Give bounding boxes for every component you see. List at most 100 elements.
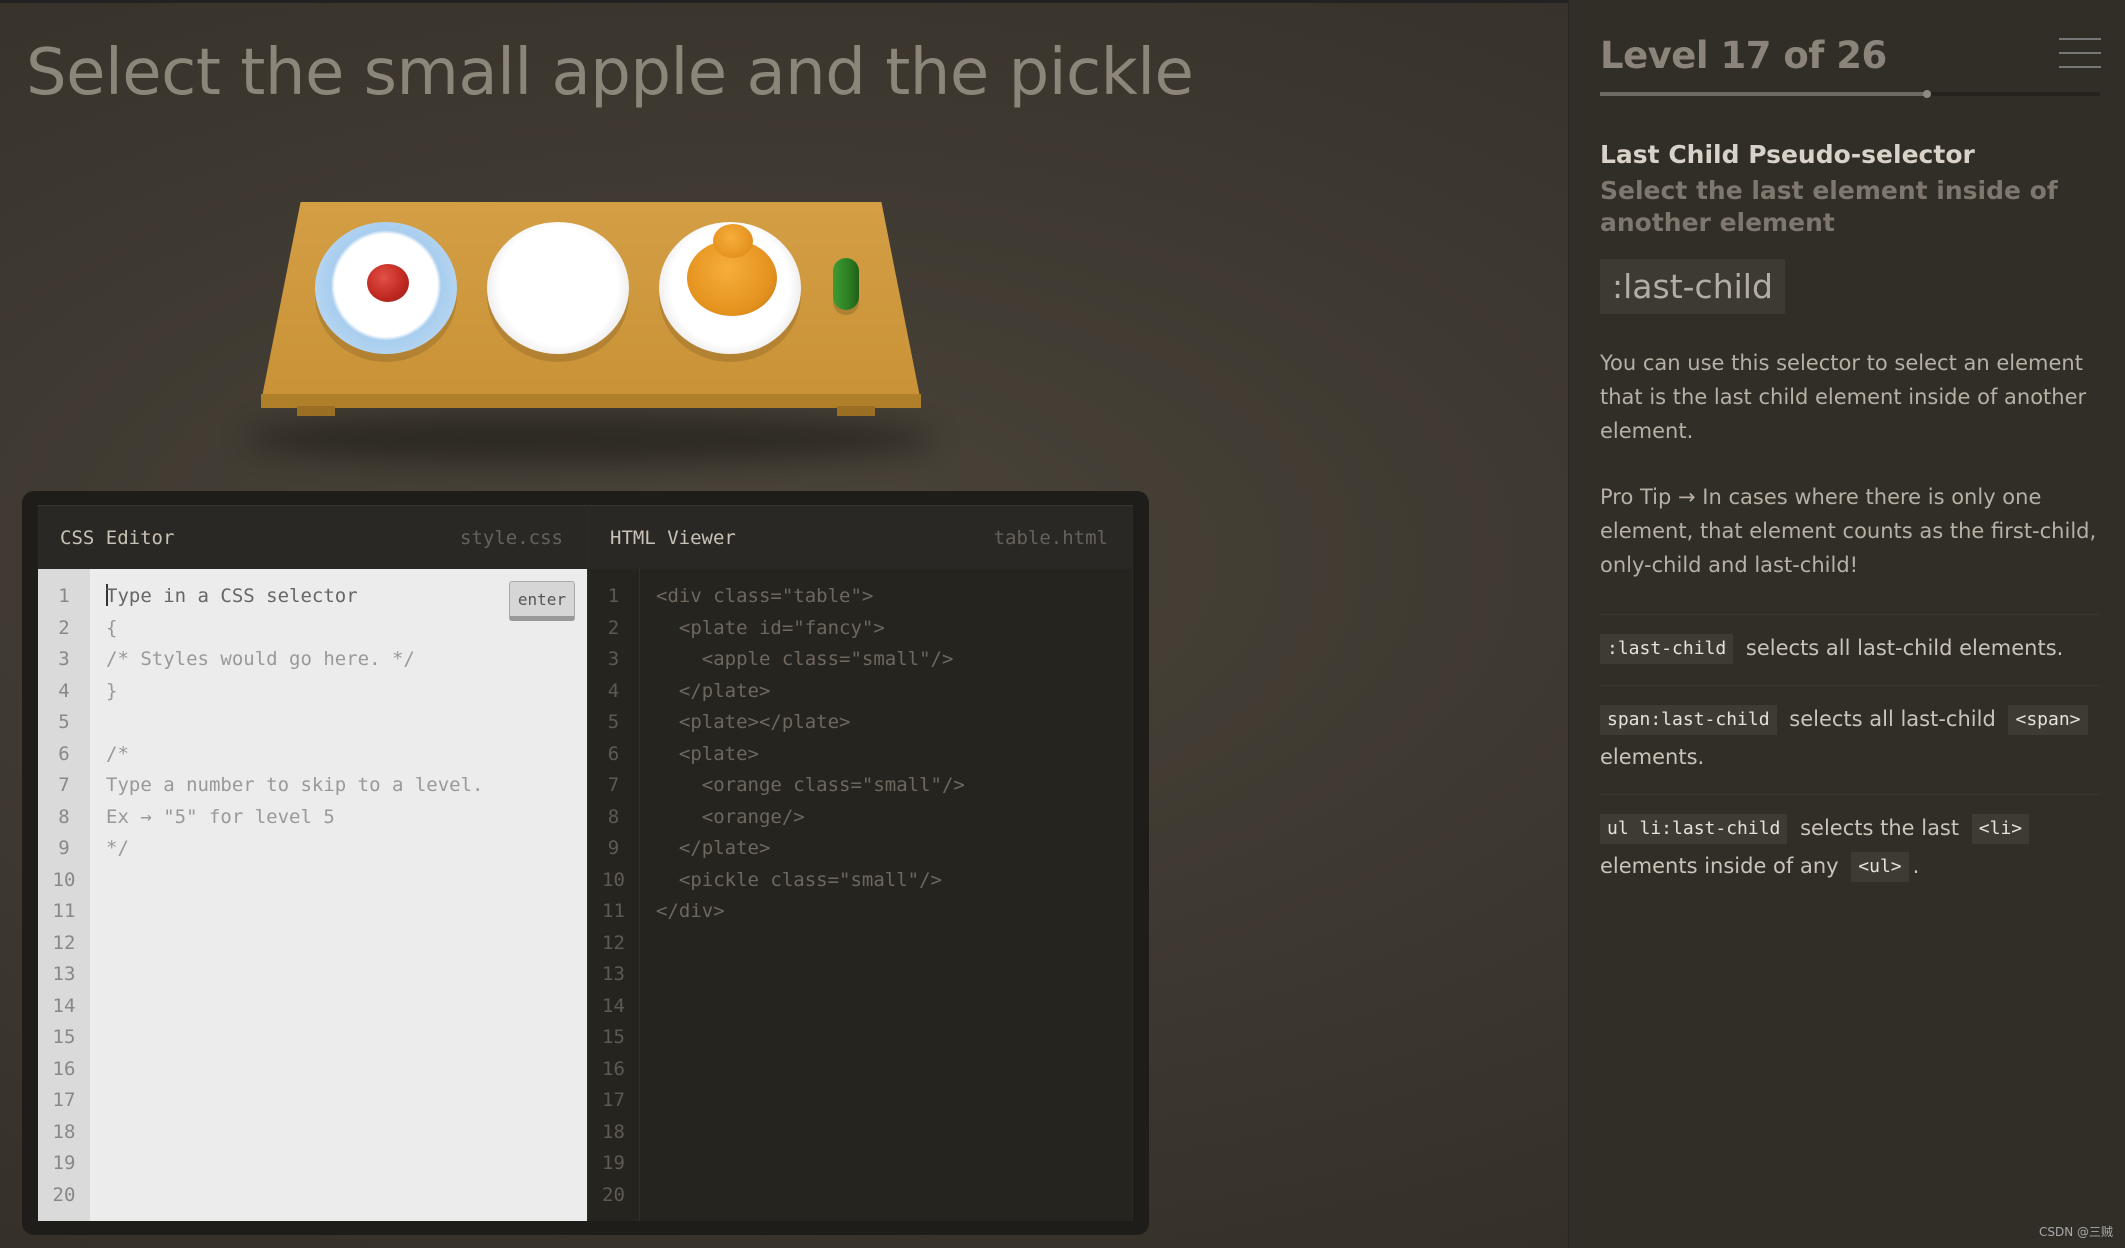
code-line: */	[106, 837, 129, 859]
html-viewer-pane: HTML Viewer table.html 1 2 3 4 5 6 7 8 9 10 11 12 13…	[587, 505, 1133, 1221]
empty-plate[interactable]	[487, 222, 629, 354]
selector-description: You can use this selector to select an e…	[1600, 351, 2087, 443]
line-number: 11	[52, 900, 76, 922]
code-line: <orange class="small"/>	[656, 774, 965, 796]
css-editor-body[interactable]: 1 2 3 4 5 6 7 8 9 10 11 12 13 14 15 16 17 18 19 20 Type in …	[38, 569, 587, 1221]
level-sidebar: Level 17 of 26 Last Child Pseudo-selecto…	[1568, 0, 2125, 1248]
code-line: Type a number to skip to a level.	[106, 774, 484, 796]
code-line: <plate></plate>	[656, 711, 851, 733]
example-2: span:last-child selects all last-child <…	[1600, 685, 2100, 794]
css-input[interactable]: Type in a CSS selector	[106, 581, 577, 613]
line-number: 5	[607, 711, 620, 733]
example-text-after-2: .	[1912, 854, 1920, 878]
small-orange[interactable]	[713, 224, 753, 258]
example-tag-2: <ul>	[1851, 852, 1909, 882]
enter-button[interactable]: enter	[509, 581, 575, 621]
example-code: :last-child	[1600, 634, 1734, 664]
line-number: 12	[602, 931, 625, 954]
line-number: 17	[52, 1089, 76, 1111]
code-line: </div>	[656, 900, 725, 922]
small-apple[interactable]	[367, 264, 409, 302]
level-progress-marker	[1922, 90, 1931, 98]
line-number: 2	[58, 616, 70, 639]
line-number: 8	[607, 805, 620, 828]
code-line: /*	[106, 742, 129, 765]
line-number: 3	[607, 648, 620, 670]
code-line: <pickle class="small"/>	[656, 868, 942, 891]
code-line: {	[106, 616, 118, 639]
line-number: 20	[602, 1183, 625, 1206]
example-text: selects the last	[1800, 816, 1960, 840]
line-number: 14	[602, 994, 625, 1017]
css-input-placeholder: Type in a CSS selector	[106, 585, 358, 607]
line-number: 3	[58, 648, 70, 670]
example-code: span:last-child	[1600, 705, 1777, 735]
pro-tip: Pro Tip → In cases where there is only o…	[1600, 485, 2097, 577]
code-line: </plate>	[656, 837, 771, 859]
table-scene	[245, 196, 935, 466]
html-viewer-title: HTML Viewer	[610, 526, 736, 549]
level-progress-fill	[1600, 92, 1927, 96]
css-editor-filename: style.css	[460, 526, 563, 549]
code-line: <apple class="small"/>	[656, 648, 954, 670]
code-line: /* Styles would go here. */	[106, 648, 415, 670]
line-number: 4	[58, 679, 70, 702]
example-text-after: elements.	[1600, 745, 1705, 769]
level-instruction: Select the small apple and the pickle	[26, 36, 1194, 110]
html-viewer-header: HTML Viewer table.html	[588, 505, 1132, 569]
level-title: Level 17 of 26	[1600, 34, 1887, 77]
css-editor-title: CSS Editor	[60, 526, 175, 549]
editor-panel: CSS Editor style.css 1 2 3 4 5 6 7 8 9 10 11 12 13 14…	[22, 491, 1149, 1235]
line-number: 7	[607, 774, 620, 796]
html-viewer-filename: table.html	[993, 526, 1108, 549]
table-leg-left	[297, 406, 335, 416]
line-number: 8	[58, 805, 70, 828]
example-1: :last-child selects all last-child eleme…	[1600, 614, 2100, 685]
line-number: 2	[607, 616, 620, 639]
line-number: 1	[58, 585, 70, 607]
example-3: ul li:last-child selects the last <li> e…	[1600, 794, 2100, 903]
level-progress-bar	[1600, 90, 2100, 98]
code-line: <div class="table">	[656, 585, 874, 607]
line-number: 5	[58, 711, 70, 733]
css-editor-header: CSS Editor style.css	[38, 505, 587, 569]
hamburger-menu-icon[interactable]	[2059, 38, 2101, 70]
code-line: </plate>	[656, 679, 771, 702]
line-number: 15	[602, 1026, 625, 1048]
line-number: 20	[52, 1183, 76, 1206]
line-number: 12	[52, 931, 76, 954]
line-number: 18	[602, 1120, 625, 1143]
watermark: CSDN @三贼	[2038, 1225, 2113, 1239]
line-number: 6	[607, 742, 620, 765]
example-tag: <li>	[1971, 814, 2030, 844]
line-number: 13	[52, 963, 76, 985]
level-description: Last Child Pseudo-selector Select the la…	[1600, 140, 2100, 903]
small-pickle[interactable]	[833, 258, 859, 310]
html-viewer-body: 1 2 3 4 5 6 7 8 9 10 11 12 13 14 15 16 17 18 19 20 <div cla…	[588, 569, 1132, 1221]
line-number: 19	[602, 1152, 625, 1174]
table-edge	[261, 394, 921, 408]
line-number: 7	[58, 774, 70, 796]
line-number: 14	[52, 994, 76, 1017]
line-number: 11	[602, 900, 625, 922]
line-number: 9	[607, 837, 620, 859]
line-number: 16	[602, 1057, 625, 1080]
line-number: 16	[52, 1057, 76, 1080]
line-number: 19	[52, 1152, 76, 1174]
html-code: <div class="table"> <plate id="fancy"> <…	[656, 581, 1122, 1211]
line-number: 4	[607, 679, 620, 702]
line-number: 13	[602, 963, 625, 985]
